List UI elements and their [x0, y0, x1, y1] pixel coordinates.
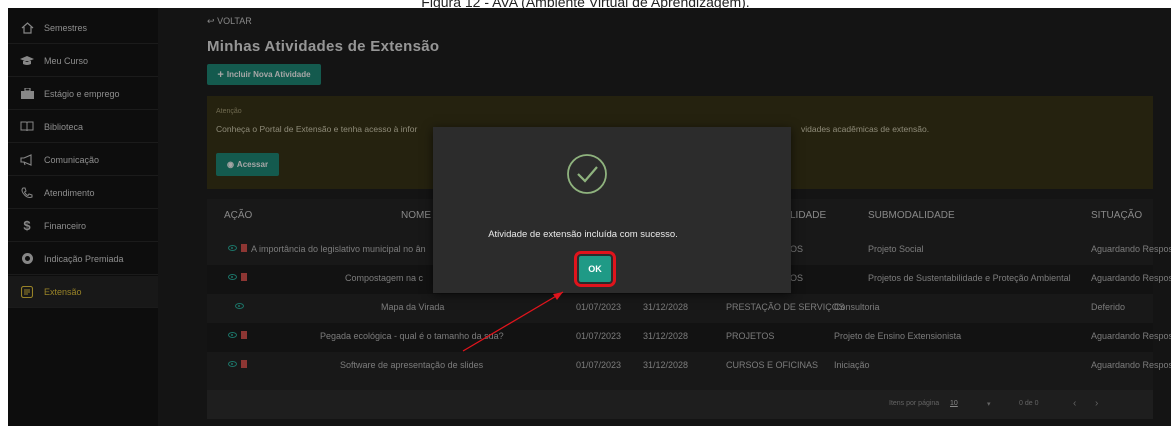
figure-caption: Figura 12 - AVA (Ambiente Virtual de Apr…	[421, 0, 750, 8]
annotation-arrow-icon	[462, 291, 564, 352]
app-window: Semestres Meu Curso Estágio e emprego Bi…	[8, 8, 1171, 426]
